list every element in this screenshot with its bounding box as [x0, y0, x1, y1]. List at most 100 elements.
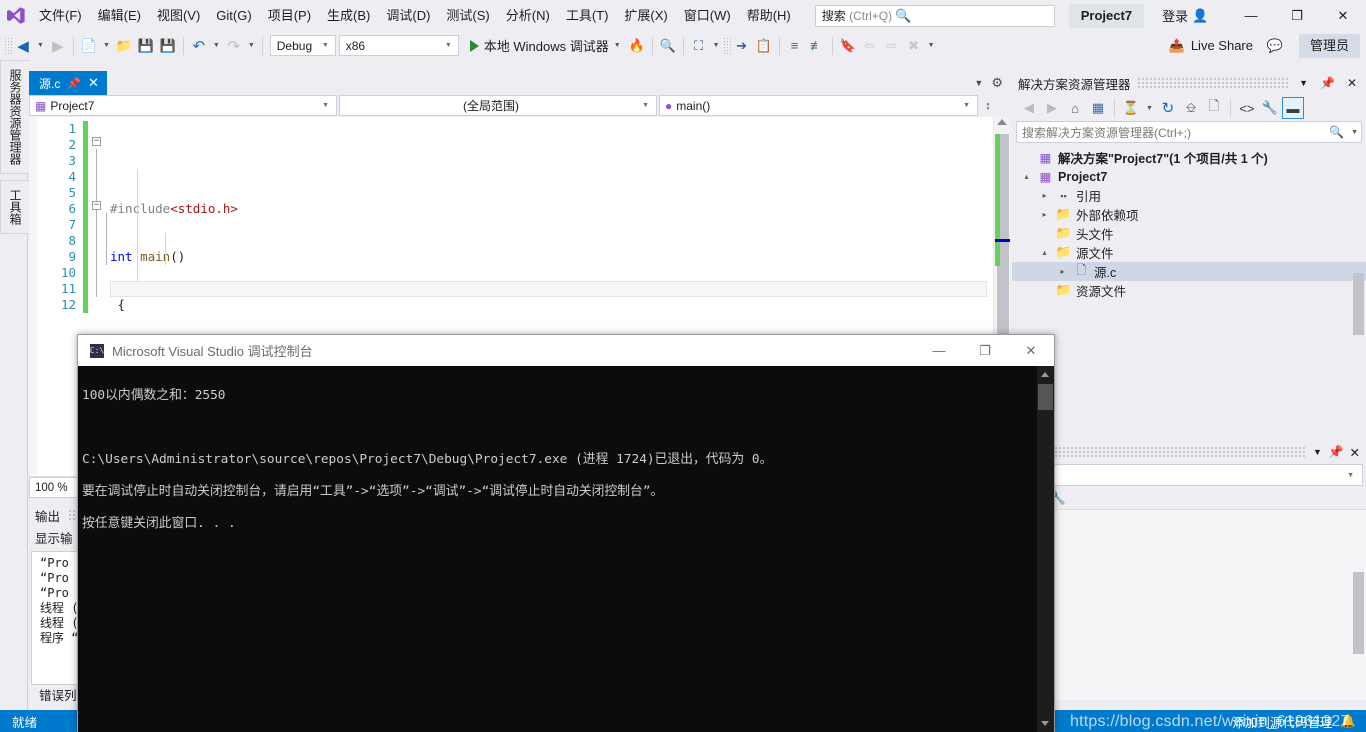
show-all-files-icon[interactable]: ⏳: [1120, 97, 1142, 119]
save-all-icon[interactable]: 💾: [157, 35, 179, 57]
menu-item-edit[interactable]: 编辑(E): [90, 4, 149, 28]
tree-expander[interactable]: ▴: [1020, 172, 1033, 181]
menu-item-tools[interactable]: 工具(T): [558, 4, 617, 28]
menu-item-project[interactable]: 项目(P): [260, 4, 319, 28]
back-icon[interactable]: ◀: [1018, 97, 1040, 119]
feedback-icon[interactable]: 💬: [1261, 35, 1289, 57]
split-view-icon[interactable]: ↕: [980, 95, 996, 116]
navbar-member-combo[interactable]: ● main() ▼: [659, 95, 978, 116]
tree-node-source-files[interactable]: ▴ 📁 源文件: [1012, 243, 1366, 262]
chevron-down-icon[interactable]: ▼: [974, 78, 983, 88]
chevron-down-icon[interactable]: ▼: [1143, 105, 1156, 112]
menu-item-debug[interactable]: 调试(D): [378, 4, 438, 28]
menu-item-view[interactable]: 视图(V): [149, 4, 208, 28]
menu-item-window[interactable]: 窗口(W): [676, 4, 739, 28]
undo-icon[interactable]: ↶: [188, 35, 210, 57]
fold-toggle-icon[interactable]: −: [92, 137, 101, 146]
pin-icon[interactable]: 📌: [1328, 445, 1344, 460]
panel-drag-handle[interactable]: [1136, 77, 1291, 89]
select-element-icon[interactable]: ➔: [731, 35, 753, 57]
global-search-box[interactable]: 搜索 (Ctrl+Q) 🔍: [814, 4, 1055, 27]
new-file-icon[interactable]: 📄: [78, 35, 100, 57]
menu-item-analyze[interactable]: 分析(N): [498, 4, 558, 28]
document-tab-source-c[interactable]: 源.c 📌 ✕: [29, 71, 107, 95]
window-layout-icon[interactable]: ⛶: [688, 35, 710, 57]
open-folder-icon[interactable]: 📁: [113, 35, 135, 57]
navigate-back-icon[interactable]: ◀: [12, 35, 34, 57]
redo-dropdown-icon[interactable]: ▼: [245, 42, 258, 49]
menu-item-build[interactable]: 生成(B): [319, 4, 378, 28]
solution-explorer-search[interactable]: 搜索解决方案资源管理器(Ctrl+;) 🔍 ▼: [1016, 121, 1362, 143]
navbar-project-combo[interactable]: ▦ Project7 ▼: [29, 95, 337, 116]
scroll-up-icon[interactable]: [1041, 372, 1049, 377]
pin-icon[interactable]: 📌: [67, 77, 81, 90]
properties-page-icon[interactable]: 🗋: [1203, 97, 1225, 119]
indent-icon[interactable]: ≡: [784, 35, 806, 57]
source-control-label[interactable]: 添加到源代码管理: [1232, 712, 1332, 731]
menu-item-extensions[interactable]: 扩展(X): [616, 4, 675, 28]
properties-object-combo[interactable]: ▼: [1015, 464, 1363, 486]
properties-grid[interactable]: [1012, 510, 1366, 700]
collapse-all-icon[interactable]: ⎒: [1180, 97, 1202, 119]
search-icon[interactable]: 🔍: [892, 8, 914, 24]
previous-bookmark-icon[interactable]: ⇦: [859, 35, 881, 57]
gear-icon[interactable]: ⚙: [991, 75, 1003, 91]
search-icon[interactable]: 🔍: [1325, 125, 1348, 139]
console-close-button[interactable]: ✕: [1008, 335, 1054, 366]
console-output-text[interactable]: 100以内偶数之和：2550 C:\Users\Administrator\so…: [78, 366, 1054, 732]
panel-drag-handle[interactable]: [1018, 446, 1308, 458]
tree-node-source-c[interactable]: ▸ 🗋 源.c: [1012, 262, 1366, 281]
close-button[interactable]: ✕: [1320, 0, 1366, 31]
refresh-icon[interactable]: ↻: [1157, 97, 1179, 119]
window-layout-dropdown-icon[interactable]: ▼: [710, 42, 723, 49]
console-minimize-button[interactable]: —: [916, 335, 962, 366]
tree-node-header-files[interactable]: 📁 头文件: [1012, 224, 1366, 243]
hot-reload-icon[interactable]: 🔥: [626, 35, 648, 57]
tree-expander[interactable]: ▸: [1038, 191, 1051, 200]
tree-node-solution[interactable]: ▦ 解决方案"Project7"(1 个项目/共 1 个): [1012, 148, 1366, 167]
scroll-up-icon[interactable]: [997, 119, 1007, 125]
outdent-icon[interactable]: ≢: [806, 35, 828, 57]
vtab-toolbox[interactable]: 工具箱: [0, 180, 30, 234]
forward-icon[interactable]: ▶: [1041, 97, 1063, 119]
menu-item-git[interactable]: Git(G): [208, 4, 259, 28]
clear-bookmarks-icon[interactable]: ✖: [903, 35, 925, 57]
menu-item-test[interactable]: 测试(S): [438, 4, 497, 28]
chevron-down-icon[interactable]: ▼: [1348, 129, 1361, 136]
toolbar-grip[interactable]: [722, 36, 731, 55]
tree-node-references[interactable]: ▸ ▪▪ 引用: [1012, 186, 1366, 205]
tree-expander[interactable]: ▴: [1038, 248, 1051, 257]
sign-in-button[interactable]: 登录 👤: [1162, 6, 1208, 25]
live-share-button[interactable]: 📤 Live Share: [1161, 34, 1261, 58]
maximize-button[interactable]: ❐: [1274, 0, 1320, 31]
tree-node-project[interactable]: ▴ ▦ Project7: [1012, 167, 1366, 186]
menu-item-help[interactable]: 帮助(H): [739, 4, 799, 28]
next-bookmark-icon[interactable]: ⇨: [881, 35, 903, 57]
notification-bell-icon[interactable]: 🔔: [1340, 714, 1356, 729]
scroll-down-icon[interactable]: [1041, 721, 1049, 726]
vtab-server-explorer[interactable]: 服务器资源管理器: [0, 60, 30, 174]
preview-selected-icon[interactable]: ▬: [1281, 97, 1304, 119]
solution-platform-combo[interactable]: x86 ▼: [338, 35, 459, 56]
active-project-badge[interactable]: Project7: [1068, 3, 1145, 28]
fold-toggle-icon[interactable]: −: [92, 201, 101, 210]
properties-icon[interactable]: 🔧: [1259, 97, 1281, 119]
copy-icon[interactable]: 📋: [753, 35, 775, 57]
chevron-down-icon[interactable]: ▼: [1313, 447, 1322, 457]
chevron-down-icon[interactable]: ▼: [614, 42, 621, 49]
menu-item-file[interactable]: 文件(F): [31, 4, 90, 28]
toolbar-grip[interactable]: [4, 36, 12, 55]
solution-configuration-combo[interactable]: Debug ▼: [269, 35, 336, 56]
redo-icon[interactable]: ↷: [223, 35, 245, 57]
solution-tree-scrollbar-thumb[interactable]: [1353, 273, 1364, 335]
navigate-back-dropdown-icon[interactable]: ▼: [34, 42, 47, 49]
console-maximize-button[interactable]: ❐: [962, 335, 1008, 366]
console-scrollbar[interactable]: [1037, 366, 1054, 732]
bookmarks-overflow-icon[interactable]: ▼: [925, 42, 938, 49]
tree-expander[interactable]: ▸: [1038, 210, 1051, 219]
pending-changes-icon[interactable]: ▦: [1087, 97, 1109, 119]
find-in-files-icon[interactable]: 🔍: [657, 35, 679, 57]
chevron-down-icon[interactable]: ▼: [1296, 78, 1311, 88]
navigate-forward-icon[interactable]: ▶: [47, 35, 69, 57]
pin-icon[interactable]: 📌: [1317, 76, 1338, 90]
